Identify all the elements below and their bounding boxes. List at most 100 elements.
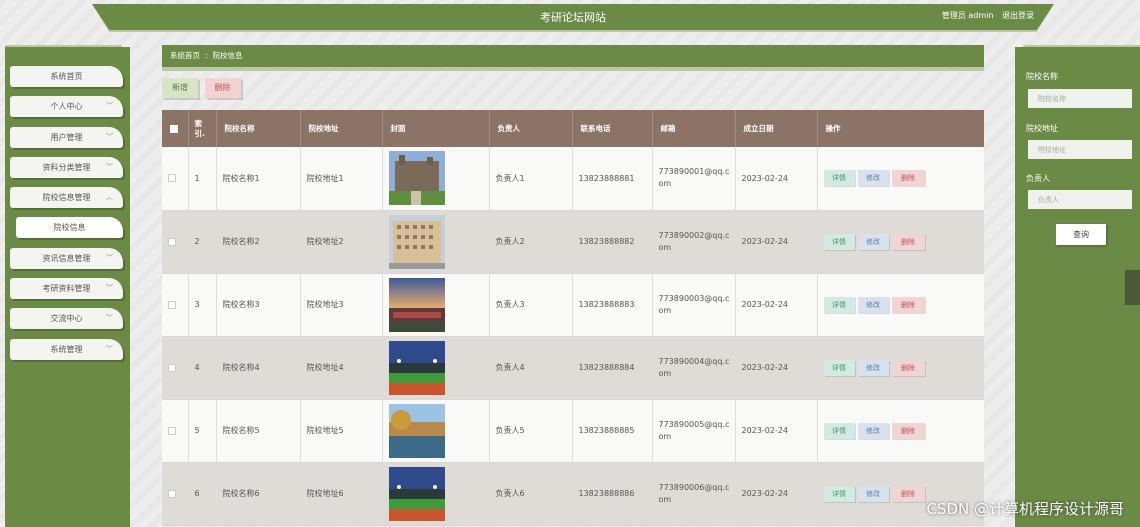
col-email: 邮箱 bbox=[652, 110, 736, 147]
edit-button[interactable]: 修改 bbox=[857, 422, 889, 439]
cell-email: 773890005@qq.com bbox=[652, 399, 736, 463]
detail-button[interactable]: 详情 bbox=[823, 422, 855, 439]
edit-button[interactable]: 修改 bbox=[857, 359, 889, 376]
edit-button[interactable]: 修改 bbox=[857, 296, 889, 313]
delete-button[interactable]: 删除 bbox=[891, 170, 925, 187]
delete-button[interactable]: 删除 bbox=[891, 296, 925, 313]
row-checkbox[interactable] bbox=[168, 300, 176, 309]
detail-button[interactable]: 详情 bbox=[823, 170, 855, 187]
edit-button[interactable]: 修改 bbox=[857, 233, 889, 250]
watermark: CSDN @计算机程序设计源哥 bbox=[926, 500, 1124, 518]
detail-button[interactable]: 详情 bbox=[823, 233, 855, 250]
sidebar-item-8[interactable]: 考研资料管理 ﹀ bbox=[10, 278, 123, 300]
cell-cover bbox=[382, 273, 490, 337]
row-checkbox[interactable] bbox=[168, 489, 176, 498]
cell-email: 773890004@qq.com bbox=[652, 336, 736, 400]
cell-ops: 详情 修改 删除 bbox=[817, 336, 984, 400]
row-checkbox[interactable] bbox=[168, 426, 176, 435]
chevron-down-icon: ﹀ bbox=[106, 253, 113, 262]
chevron-down-icon: ﹀ bbox=[106, 102, 113, 111]
search-address-input[interactable] bbox=[1028, 140, 1132, 159]
select-all-cell bbox=[162, 110, 189, 147]
cell-person: 负责人4 bbox=[489, 336, 573, 400]
sidebar-item-2[interactable]: 个人中心 ﹀ bbox=[10, 96, 123, 118]
cell-address: 院校地址3 bbox=[300, 273, 383, 337]
table-row: 2 院校名称2 院校地址2 负责人2 13823888882 773890002@qq.c… bbox=[162, 210, 984, 274]
detail-button[interactable]: 详情 bbox=[823, 359, 855, 376]
batch-delete-button[interactable]: 删除 bbox=[204, 78, 241, 98]
col-name: 院校名称 bbox=[216, 110, 301, 147]
cell-date: 2023-02-24 bbox=[735, 336, 818, 400]
cell-name: 院校名称1 bbox=[216, 147, 301, 211]
cell-name: 院校名称2 bbox=[216, 210, 301, 274]
cell-email: 773890003@qq.com bbox=[652, 273, 736, 337]
delete-button[interactable]: 删除 bbox=[891, 359, 925, 376]
delete-button[interactable]: 删除 bbox=[891, 233, 925, 250]
sidebar-item-9[interactable]: 交流中心 ﹀ bbox=[10, 308, 123, 330]
table-body: 1 院校名称1 院校地址1 负责人1 13823888881 773890001@qq.c… bbox=[162, 147, 984, 526]
cover-image bbox=[388, 151, 489, 206]
sidebar-item-label: 系统管理 bbox=[50, 344, 83, 354]
sidebar-item-10[interactable]: 系统管理 ﹀ bbox=[10, 338, 123, 360]
sidebar-item-6[interactable]: 院校信息 bbox=[16, 217, 123, 239]
detail-button[interactable]: 详情 bbox=[823, 485, 855, 502]
cell-email: 773890006@qq.com bbox=[652, 462, 736, 526]
delete-button[interactable]: 删除 bbox=[891, 422, 925, 439]
search-address-label: 院校地址 bbox=[1026, 124, 1058, 133]
cell-date: 2023-02-24 bbox=[735, 147, 818, 211]
search-person-input[interactable] bbox=[1028, 190, 1132, 209]
data-table-container: 索 引. 院校名称 院校地址 封面 负责人 联系电话 邮箱 成立日期 操作 1院… bbox=[162, 110, 984, 527]
row-checkbox[interactable] bbox=[168, 174, 176, 183]
select-all-checkbox[interactable] bbox=[170, 125, 178, 133]
cell-email: 773890002@qq.com bbox=[652, 210, 736, 274]
chevron-down-icon: ﹀ bbox=[106, 344, 113, 353]
cell-email: 773890001@qq.com bbox=[652, 147, 736, 211]
row-select-cell bbox=[162, 273, 189, 337]
col-index-line2: 引. bbox=[194, 128, 205, 138]
search-name-input[interactable] bbox=[1028, 89, 1132, 108]
table-row: 6 院校名称6 院校地址6 负责人6 13823888886 773890006@qq.c… bbox=[162, 462, 984, 526]
sidebar-item-3[interactable]: 用户管理 ﹀ bbox=[10, 126, 123, 148]
row-checkbox[interactable] bbox=[168, 363, 176, 372]
sidebar-item-4[interactable]: 资料分类管理 ﹀ bbox=[10, 156, 123, 178]
sidebar-item-label: 资讯信息管理 bbox=[42, 253, 91, 263]
edit-button[interactable]: 修改 bbox=[857, 170, 889, 187]
cell-phone: 13823888885 bbox=[572, 399, 653, 463]
detail-button[interactable]: 详情 bbox=[823, 296, 855, 313]
cell-date: 2023-02-24 bbox=[735, 273, 818, 337]
cell-name: 院校名称3 bbox=[216, 273, 301, 337]
cell-person: 负责人1 bbox=[489, 147, 573, 211]
add-button[interactable]: 新增 bbox=[162, 78, 198, 98]
cover-image bbox=[388, 340, 489, 395]
breadcrumb-home[interactable]: 系统首页 bbox=[170, 51, 200, 60]
header-bar: 考研论坛网站 管理员 admin 退出登录 bbox=[92, 4, 1054, 30]
scrollbar-handle[interactable] bbox=[1125, 270, 1140, 305]
delete-button[interactable]: 删除 bbox=[891, 485, 925, 502]
col-cover: 封面 bbox=[382, 110, 490, 147]
cell-cover bbox=[382, 147, 490, 211]
cell-cover bbox=[382, 336, 490, 400]
row-checkbox[interactable] bbox=[168, 237, 176, 246]
col-date: 成立日期 bbox=[735, 110, 818, 147]
sidebar-item-1[interactable]: 系统首页 bbox=[10, 66, 123, 87]
cover-image bbox=[388, 403, 489, 458]
sidebar-item-5[interactable]: 院校信息管理 ︿ bbox=[10, 187, 123, 209]
cell-address: 院校地址5 bbox=[300, 399, 383, 463]
table-row: 5 院校名称5 院校地址5 负责人5 13823888885 773890005@qq.c… bbox=[162, 399, 984, 463]
logout-link[interactable]: 退出登录 bbox=[1002, 11, 1034, 20]
search-name-label: 院校名称 bbox=[1026, 72, 1058, 81]
sidebar-item-label: 院校信息管理 bbox=[42, 193, 91, 203]
cell-cover bbox=[382, 399, 490, 463]
cell-index: 3 bbox=[188, 273, 217, 337]
cell-person: 负责人6 bbox=[489, 462, 573, 526]
table-row: 3 院校名称3 院校地址3 负责人3 13823888883 773890003@qq.c… bbox=[162, 273, 984, 337]
edit-button[interactable]: 修改 bbox=[857, 485, 889, 502]
chevron-down-icon: ﹀ bbox=[106, 314, 113, 323]
chevron-up-icon: ︿ bbox=[106, 193, 113, 202]
cell-date: 2023-02-24 bbox=[735, 210, 818, 274]
sidebar-item-7[interactable]: 资讯信息管理 ﹀ bbox=[10, 247, 123, 269]
search-button[interactable]: 查询 bbox=[1056, 224, 1106, 245]
col-ops: 操作 bbox=[817, 110, 984, 147]
cell-index: 2 bbox=[188, 210, 217, 274]
breadcrumb: 系统首页: 院校信息 bbox=[162, 45, 984, 67]
